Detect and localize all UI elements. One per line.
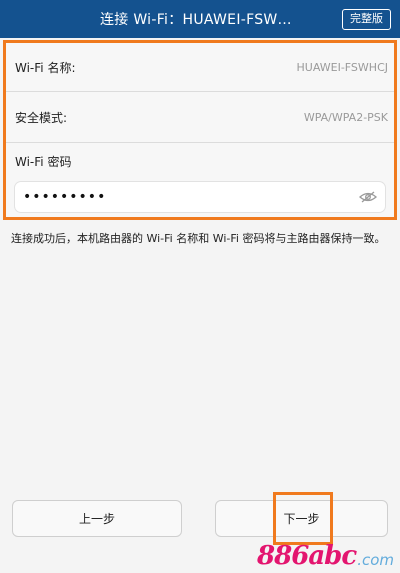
ssid-row: Wi-Fi 名称: HUAWEI-FSWHCJ bbox=[6, 43, 394, 92]
watermark-text: 886abc bbox=[257, 541, 357, 571]
security-value: WPA/WPA2-PSK bbox=[303, 110, 388, 124]
security-label: 安全模式: bbox=[15, 110, 68, 125]
ssid-label: Wi-Fi 名称: bbox=[15, 60, 76, 75]
wifi-settings-card: Wi-Fi 名称: HUAWEI-FSWHCJ 安全模式: WPA/WPA2-P… bbox=[3, 40, 397, 220]
top-bar: 连接 Wi-Fi：HUAWEI-FSWHCJ 完整版 bbox=[0, 0, 400, 38]
next-step-button[interactable]: 下一步 bbox=[215, 500, 388, 537]
eye-icon[interactable] bbox=[359, 191, 377, 203]
router-setup-page: 连接 Wi-Fi：HUAWEI-FSWHCJ 完整版 Wi-Fi 名称: HUA… bbox=[0, 0, 400, 573]
password-label: Wi-Fi 密码 bbox=[15, 155, 72, 169]
password-field[interactable] bbox=[14, 181, 386, 213]
site-watermark: 886abc .com bbox=[257, 541, 394, 571]
previous-step-button[interactable]: 上一步 bbox=[12, 500, 182, 537]
full-version-button[interactable]: 完整版 bbox=[342, 9, 391, 30]
sync-note: 连接成功后，本机路由器的 Wi-Fi 名称和 Wi-Fi 密码将与主路由器保持一… bbox=[11, 232, 386, 245]
watermark-suffix: .com bbox=[357, 551, 394, 569]
page-title: 连接 Wi-Fi：HUAWEI-FSWHCJ bbox=[100, 12, 300, 28]
security-row: 安全模式: WPA/WPA2-PSK bbox=[6, 92, 394, 143]
password-input[interactable] bbox=[23, 189, 359, 205]
ssid-value: HUAWEI-FSWHCJ bbox=[296, 60, 388, 74]
